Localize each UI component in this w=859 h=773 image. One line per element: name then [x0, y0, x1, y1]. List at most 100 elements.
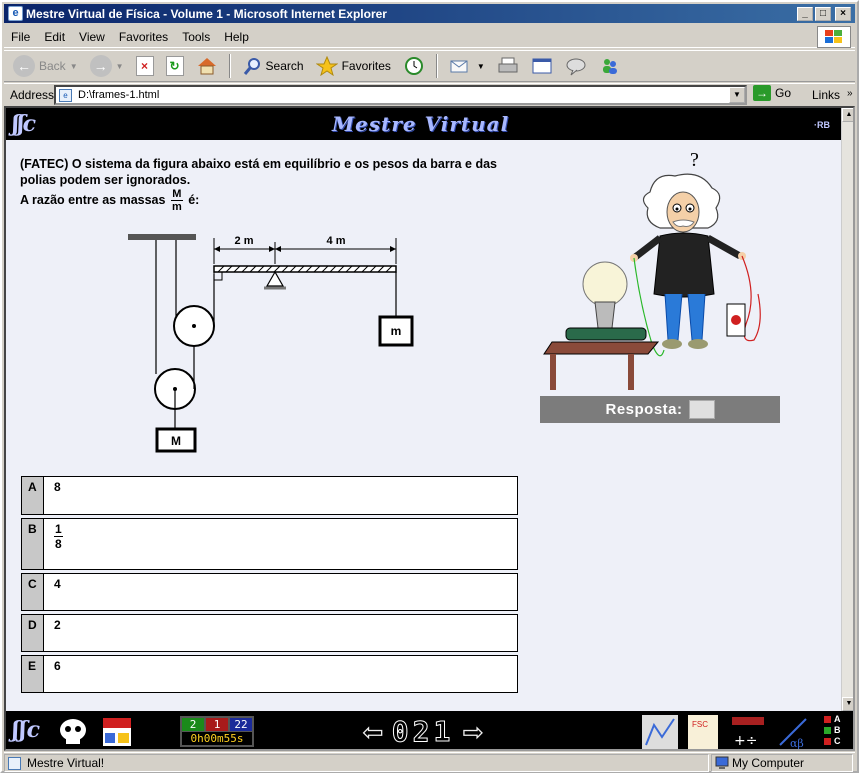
notes-icon[interactable]: FSC [686, 715, 720, 749]
computer-icon [715, 756, 729, 769]
home-button[interactable] [193, 53, 221, 79]
counter-correct: 2 [182, 718, 204, 731]
status-message: Mestre Virtual! [27, 756, 105, 770]
counter-total: 22 [230, 718, 252, 731]
page-icon: e [59, 89, 72, 102]
question-statement: (FATEC) O sistema da figura abaixo está … [20, 157, 498, 187]
menu-favorites[interactable]: Favorites [112, 30, 175, 44]
refresh-button[interactable]: ↻ [163, 53, 187, 79]
messenger-button[interactable] [596, 53, 624, 79]
search-button[interactable]: Search [239, 53, 307, 79]
option-letter: D [22, 615, 44, 651]
next-arrow-icon[interactable]: ⇨ [462, 717, 484, 747]
mail-icon [450, 60, 468, 73]
calculator-icon[interactable]: +÷ [730, 715, 766, 749]
forward-arrow-icon: → [89, 55, 112, 77]
toolbar-separator [228, 54, 231, 78]
legend-a: A [834, 714, 841, 724]
legend-abc: A B C [824, 714, 841, 747]
answer-options: A 8 B 1 8 C 4 D 2 E 6 [21, 476, 519, 696]
back-arrow-icon: ← [13, 55, 35, 77]
math-symbols-icon[interactable]: αβ [776, 715, 812, 749]
menu-file[interactable]: File [4, 30, 37, 44]
links-button[interactable]: Links [812, 88, 840, 102]
vertical-scrollbar[interactable]: ▲ ▼ [841, 108, 853, 711]
site-header: ʃʃc Mestre Virtual ·RB [6, 108, 841, 140]
answer-option-a[interactable]: A 8 [21, 476, 518, 515]
answer-option-d[interactable]: D 2 [21, 614, 518, 652]
one-eighth-fraction: 1 8 [54, 522, 63, 551]
fraction-numerator: M [170, 188, 183, 201]
resposta-label: Resposta: [605, 401, 683, 418]
score-counter: 2 1 22 0h00m55s [180, 716, 254, 747]
previous-arrow-icon[interactable]: ⇦ [362, 717, 384, 747]
answer-option-b[interactable]: B 1 8 [21, 518, 518, 570]
menu-view[interactable]: View [72, 30, 112, 44]
answer-option-e[interactable]: E 6 [21, 655, 518, 693]
close-button[interactable]: × [835, 7, 851, 21]
fraction-denominator: m [171, 201, 182, 213]
history-icon [404, 57, 423, 75]
discuss-icon [566, 58, 586, 76]
history-button[interactable] [400, 53, 428, 79]
home-icon [197, 58, 216, 75]
prompt-prefix: A razão entre as massas [20, 192, 166, 207]
scroll-up-button[interactable]: ▲ [842, 108, 853, 122]
menu-tools[interactable]: Tools [175, 30, 217, 44]
menu-edit[interactable]: Edit [37, 30, 72, 44]
answer-option-c[interactable]: C 4 [21, 573, 518, 611]
search-label: Search [265, 59, 304, 73]
refresh-icon: ↻ [165, 56, 184, 76]
skull-icon[interactable] [56, 716, 90, 746]
prompt-suffix: é: [188, 192, 200, 207]
site-logo-icon: ʃʃc [12, 111, 36, 137]
menu-help[interactable]: Help [217, 30, 256, 44]
messenger-icon [602, 59, 617, 74]
pulley-lever-figure: M 2 m 4 m m [128, 234, 414, 453]
page-navigator: ⇦ 021 ⇨ [362, 715, 484, 749]
forward-button[interactable]: → ▼ [87, 53, 127, 79]
answer-panel: Resposta: [540, 396, 780, 423]
browser-window: e Mestre Virtual de Física - Volume 1 - … [0, 0, 859, 773]
favorites-button[interactable]: Favorites [313, 53, 394, 79]
maximize-button[interactable]: □ [815, 7, 831, 21]
fisica-book-icon[interactable] [102, 717, 132, 747]
svg-text:FSC: FSC [692, 720, 708, 729]
back-button[interactable]: ← Back ▼ [10, 53, 81, 79]
address-input[interactable]: e D:\frames-1.html ▼ [54, 85, 747, 105]
favorites-label: Favorites [341, 59, 391, 73]
zone-label: My Computer [732, 756, 805, 770]
edit-button[interactable] [528, 53, 556, 79]
page-icon [8, 757, 21, 770]
big-mass-label: M [171, 434, 181, 448]
site-logo-icon[interactable]: ʃʃc [12, 717, 40, 743]
fraction-denominator: 8 [55, 537, 62, 551]
title-bar: e Mestre Virtual de Física - Volume 1 - … [4, 4, 855, 23]
print-button[interactable] [494, 53, 522, 79]
zone-indicator: My Computer [711, 754, 853, 772]
fulcrum [265, 270, 285, 287]
scroll-down-button[interactable]: ▼ [842, 697, 853, 711]
address-bar: Address e D:\frames-1.html ▼ → Go Links … [4, 83, 855, 105]
address-dropdown-button[interactable]: ▼ [729, 87, 745, 103]
page-number: 021 [391, 715, 455, 749]
site-brand: Mestre Virtual [332, 112, 510, 136]
go-arrow-icon: → [753, 85, 771, 101]
distance-4m-label: 4 m [327, 235, 346, 247]
fraction-numerator: 1 [54, 522, 63, 537]
chevron-down-icon: ▼ [476, 61, 485, 71]
toolbar-separator [435, 54, 438, 78]
stop-button[interactable]: × [133, 53, 157, 79]
go-button[interactable]: → Go [753, 85, 791, 101]
minimize-button[interactable]: _ [797, 7, 813, 21]
discuss-button[interactable] [562, 53, 590, 79]
back-label: Back [39, 59, 66, 73]
graph-tool-icon[interactable] [642, 715, 678, 749]
lever-bar [213, 265, 397, 273]
mail-button[interactable]: ▼ [446, 53, 488, 79]
answer-input[interactable] [688, 400, 715, 419]
option-text: 8 [54, 480, 61, 494]
window-title: Mestre Virtual de Física - Volume 1 - Mi… [26, 6, 387, 21]
chevron-right-icon[interactable]: » [847, 88, 853, 99]
chevron-down-icon: ▼ [115, 61, 124, 71]
